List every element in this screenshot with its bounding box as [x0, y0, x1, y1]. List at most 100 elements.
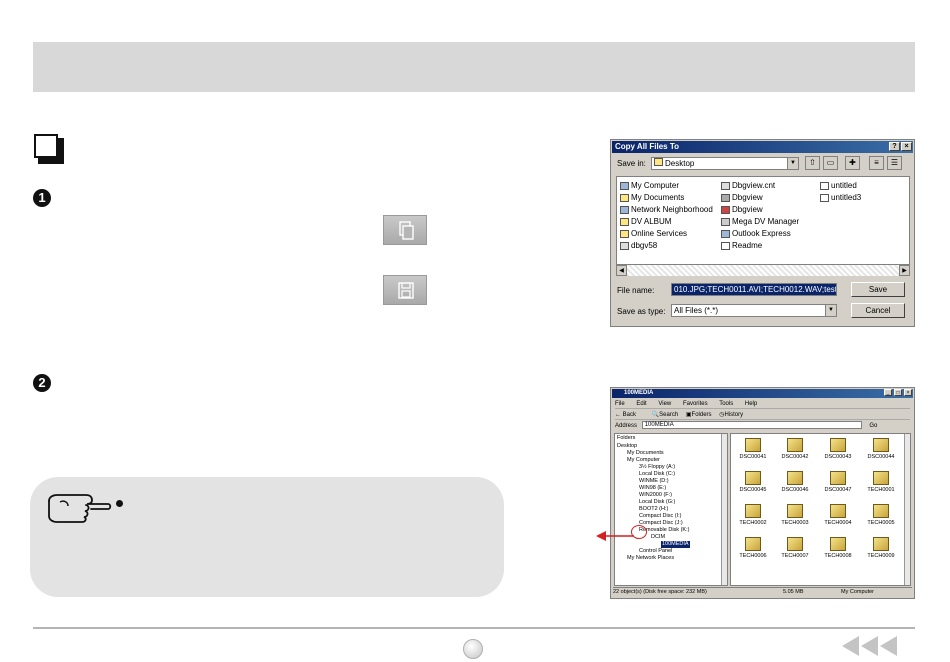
- file-item[interactable]: TECH0002: [733, 504, 773, 526]
- file-list: My Computer My Documents Network Neighbo…: [616, 176, 910, 276]
- details-view-icon[interactable]: ☰: [887, 156, 902, 170]
- step-2-icon: 2: [33, 374, 51, 392]
- list-item[interactable]: dbgv58: [620, 240, 657, 251]
- section-checkbox-icon: [34, 134, 64, 164]
- menu-file[interactable]: File: [615, 401, 625, 407]
- up-folder-icon[interactable]: ⇧: [805, 156, 820, 170]
- go-button[interactable]: Go: [869, 423, 877, 429]
- list-item[interactable]: DV ALBUM: [620, 216, 671, 227]
- menu-edit[interactable]: Edit: [636, 401, 646, 407]
- scroll-right-icon[interactable]: ▶: [899, 265, 910, 276]
- tree-item[interactable]: My Network Places: [627, 555, 674, 562]
- file-item[interactable]: DSC00046: [775, 471, 815, 493]
- file-item[interactable]: TECH0003: [775, 504, 815, 526]
- copy-all-files-dialog: Copy All Files To ? × Save in: Desktop ▼ …: [610, 139, 915, 327]
- horizontal-scrollbar[interactable]: ◀ ▶: [616, 264, 910, 276]
- explorer-window: 100MEDIA _ □ × File Edit View Favorites …: [610, 387, 915, 599]
- save-in-select[interactable]: Desktop ▼: [651, 157, 799, 170]
- minimize-icon[interactable]: _: [884, 389, 892, 396]
- toolbar: ← Back 🔍Search ▣Folders ◷History: [615, 410, 910, 420]
- tree-item[interactable]: Compact Disc (I:): [639, 513, 681, 520]
- address-input[interactable]: 100MEDIA: [641, 421, 862, 430]
- list-item[interactable]: Readme: [721, 240, 762, 251]
- file-item[interactable]: DSC00041: [733, 438, 773, 460]
- tree-item[interactable]: WIN98 (E:): [639, 485, 666, 492]
- list-item[interactable]: Online Services: [620, 228, 687, 239]
- file-name-input[interactable]: 010.JPG;TECH0011.AVI;TECH0012.WAV;test!: [671, 283, 837, 296]
- explorer-title: 100MEDIA: [612, 389, 913, 398]
- tree-scrollbar[interactable]: [721, 434, 727, 585]
- desktop-icon[interactable]: ▭: [823, 156, 838, 170]
- tree-item[interactable]: 3½ Floppy (A:): [639, 464, 675, 471]
- history-button[interactable]: ◷History: [719, 412, 743, 418]
- previous-page-icon[interactable]: [842, 636, 897, 656]
- files-scrollbar[interactable]: [904, 434, 910, 585]
- file-item[interactable]: TECH0008: [818, 537, 858, 559]
- close-icon[interactable]: ×: [904, 389, 912, 396]
- file-item[interactable]: TECH0005: [861, 504, 901, 526]
- file-item[interactable]: DSC00047: [818, 471, 858, 493]
- list-item[interactable]: My Documents: [620, 192, 684, 203]
- chevron-down-icon: ▼: [825, 305, 836, 316]
- folder-tree: Folders Desktop My Documents My Computer…: [614, 433, 728, 586]
- chevron-down-icon: ▼: [787, 158, 798, 169]
- file-item[interactable]: DSC00042: [775, 438, 815, 460]
- maximize-icon[interactable]: □: [894, 389, 902, 396]
- file-item[interactable]: TECH0009: [861, 537, 901, 559]
- search-button[interactable]: 🔍Search: [652, 412, 679, 418]
- list-item[interactable]: My Computer: [620, 180, 679, 191]
- back-button[interactable]: ← Back: [615, 412, 636, 418]
- tree-item-selected[interactable]: 100MEDIA: [661, 541, 690, 548]
- menu-view[interactable]: View: [658, 401, 671, 407]
- save-disk-icon[interactable]: [383, 275, 427, 305]
- list-item[interactable]: Dbgview.cnt: [721, 180, 775, 191]
- list-item[interactable]: Network Neighborhood: [620, 204, 713, 215]
- menu-help[interactable]: Help: [745, 401, 757, 407]
- tree-item[interactable]: Control Panel: [639, 548, 672, 555]
- tree-item[interactable]: Local Disk (C:): [639, 471, 675, 478]
- tree-item[interactable]: Desktop: [617, 443, 637, 450]
- tree-item[interactable]: WINME (D:): [639, 478, 669, 485]
- file-item[interactable]: DSC00043: [818, 438, 858, 460]
- save-button[interactable]: Save: [851, 282, 905, 297]
- list-item[interactable]: Mega DV Manager: [721, 216, 799, 227]
- tree-item[interactable]: Local Disk (G:): [639, 499, 675, 506]
- file-item[interactable]: TECH0007: [775, 537, 815, 559]
- list-item[interactable]: untitled3: [820, 192, 861, 203]
- file-item[interactable]: TECH0001: [861, 471, 901, 493]
- tree-item[interactable]: BOOT2 (H:): [639, 506, 668, 513]
- list-item[interactable]: Dbgview: [721, 204, 763, 215]
- file-item[interactable]: DSC00044: [861, 438, 901, 460]
- close-button[interactable]: ×: [901, 142, 912, 151]
- folders-button[interactable]: ▣Folders: [686, 412, 712, 418]
- scroll-left-icon[interactable]: ◀: [616, 265, 627, 276]
- new-folder-icon[interactable]: ✚: [845, 156, 860, 170]
- file-item[interactable]: TECH0004: [818, 504, 858, 526]
- status-location: My Computer: [841, 589, 875, 595]
- list-item[interactable]: Dbgview: [721, 192, 763, 203]
- page-indicator: [463, 639, 483, 659]
- pointing-hand-icon: [48, 494, 112, 523]
- list-item[interactable]: Outlook Express: [721, 228, 791, 239]
- list-view-icon[interactable]: ≡: [869, 156, 884, 170]
- menu-bar: File Edit View Favorites Tools Help: [615, 399, 910, 409]
- menu-tools[interactable]: Tools: [719, 401, 733, 407]
- file-item[interactable]: TECH0006: [733, 537, 773, 559]
- tree-item[interactable]: WIN2000 (F:): [639, 492, 672, 499]
- file-name-label: File name:: [617, 286, 655, 295]
- status-size: 5.05 MB: [783, 589, 804, 595]
- note-bullet: [116, 500, 123, 507]
- help-button[interactable]: ?: [889, 142, 900, 151]
- page-header-bar: [33, 42, 915, 92]
- file-item[interactable]: DSC00045: [733, 471, 773, 493]
- save-in-value: Desktop: [665, 159, 695, 168]
- tree-item[interactable]: Compact Disc (J:): [639, 520, 683, 527]
- cancel-button[interactable]: Cancel: [851, 303, 905, 318]
- list-item[interactable]: untitled: [820, 180, 857, 191]
- copy-files-icon[interactable]: [383, 215, 427, 245]
- tree-item[interactable]: My Computer: [627, 457, 660, 464]
- tree-item[interactable]: My Documents: [627, 450, 664, 457]
- tree-item[interactable]: DCIM: [651, 534, 665, 541]
- menu-favorites[interactable]: Favorites: [683, 401, 708, 407]
- save-type-select[interactable]: All Files (*.*) ▼: [671, 304, 837, 317]
